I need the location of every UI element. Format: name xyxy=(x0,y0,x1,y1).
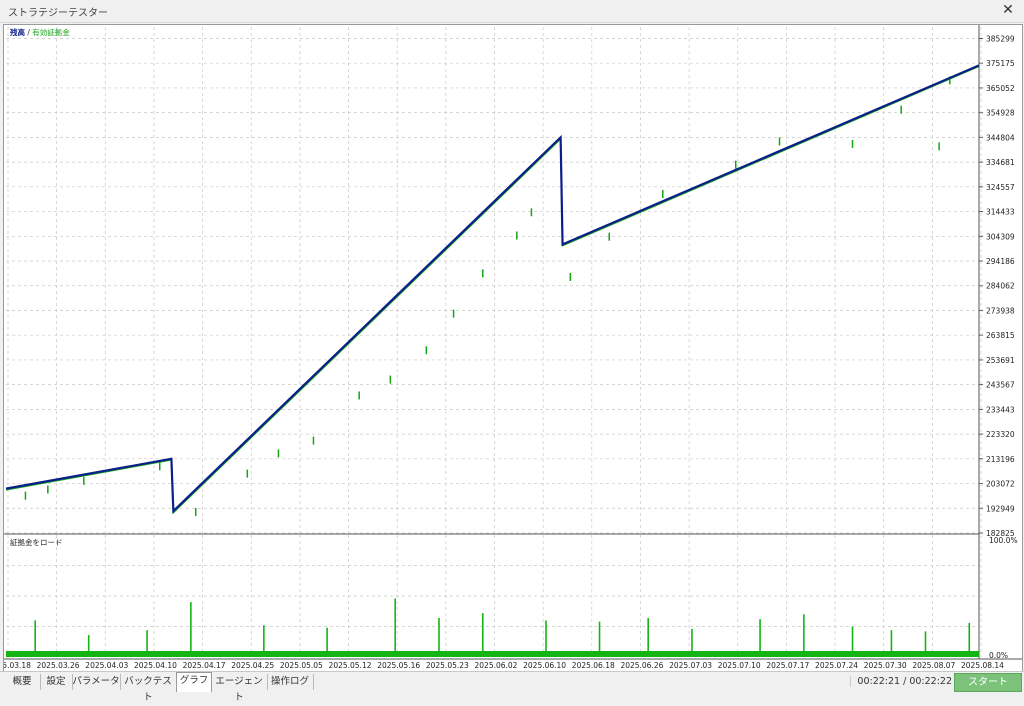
x-tick-label: 2025.04.17 xyxy=(183,661,226,670)
lower-panel-label: 証拠金をロード xyxy=(10,537,63,547)
x-tick-label: 2025.08.07 xyxy=(912,661,955,670)
tab-settings[interactable]: 設定 xyxy=(40,674,73,690)
x-tick-label: 2025.08.14 xyxy=(961,661,1004,670)
y-tick-label: 192949 xyxy=(986,504,1015,513)
balance-line xyxy=(5,64,980,514)
x-tick-label: 2025.04.10 xyxy=(134,661,177,670)
y-tick-label: 314433 xyxy=(986,208,1015,217)
load-baseline xyxy=(6,651,979,657)
x-tick-label: 2025.05.23 xyxy=(426,661,469,670)
tab-backtest[interactable]: バックテスト xyxy=(120,674,177,703)
y-tick-label: 243567 xyxy=(986,381,1015,390)
x-tick-label: 2025.07.30 xyxy=(864,661,907,670)
y-tick-label: 223320 xyxy=(986,430,1015,439)
y-tick-label: 344804 xyxy=(986,133,1015,142)
y-tick-label: 273938 xyxy=(986,306,1015,315)
x-tick-label: 2025.07.24 xyxy=(815,661,858,670)
close-icon[interactable]: ✕ xyxy=(1000,2,1016,18)
lower-bottom-label: 0.0% xyxy=(989,651,1008,660)
tab-parameters[interactable]: パラメータ xyxy=(72,674,121,690)
y-tick-label: 263815 xyxy=(986,331,1015,340)
y-tick-label: 385299 xyxy=(986,34,1015,43)
x-tick-label: 2025.07.17 xyxy=(766,661,809,670)
equity-line xyxy=(5,65,980,515)
elapsed-time: 00:22:21 / 00:22:22 xyxy=(850,676,952,687)
x-tick-label: 2025.05.12 xyxy=(329,661,372,670)
x-tick-label: 2025.07.10 xyxy=(718,661,761,670)
legend-equity: 有効証拠金 xyxy=(32,27,70,37)
y-tick-label: 284062 xyxy=(986,282,1015,291)
x-tick-label: 2025.04.25 xyxy=(231,661,274,670)
x-tick-label: 2025.06.10 xyxy=(523,661,566,670)
legend: 残高 / 有効証拠金 xyxy=(10,27,70,37)
title-bar: ストラテジーテスター ✕ xyxy=(0,0,1024,23)
x-tick-label: 2025.05.16 xyxy=(377,661,420,670)
y-tick-label: 324557 xyxy=(986,183,1015,192)
tab-bar: 概要 設定 パラメータ バックテスト グラフ エージェント 操作ログ 00:22… xyxy=(0,671,1024,703)
lower-top-label: 100.0% xyxy=(989,536,1018,545)
tab-agents[interactable]: エージェント xyxy=(211,674,268,703)
x-tick-label: 2025.03.18 xyxy=(4,661,31,670)
chart-svg: 385299 375175 365052 354928 344804 334681 3245… xyxy=(4,25,1022,670)
y-tick-label: 253691 xyxy=(986,356,1015,365)
y-tick-label: 375175 xyxy=(986,59,1015,68)
x-tick-label: 2025.05.05 xyxy=(280,661,323,670)
y-tick-label: 294186 xyxy=(986,257,1015,266)
tab-graph[interactable]: グラフ xyxy=(176,672,212,692)
y-tick-label: 213196 xyxy=(986,455,1015,464)
start-button[interactable]: スタート xyxy=(954,673,1022,692)
x-tick-label: 2025.03.26 xyxy=(37,661,80,670)
y-tick-label: 304309 xyxy=(986,232,1015,241)
x-tick-label: 2025.06.18 xyxy=(572,661,615,670)
y-tick-label: 365052 xyxy=(986,84,1015,93)
x-tick-label: 2025.04.03 xyxy=(85,661,128,670)
legend-separator: / xyxy=(25,28,32,37)
window-title: ストラテジーテスター xyxy=(8,8,108,19)
y-tick-label: 334681 xyxy=(986,158,1015,167)
x-tick-label: 2025.06.02 xyxy=(475,661,518,670)
tab-overview[interactable]: 概要 xyxy=(4,674,41,690)
y-tick-label: 233443 xyxy=(986,405,1015,414)
tab-journal[interactable]: 操作ログ xyxy=(267,674,314,690)
x-tick-label: 2025.06.26 xyxy=(620,661,663,670)
y-tick-label: 354928 xyxy=(986,109,1015,118)
x-tick-label: 2025.07.03 xyxy=(669,661,712,670)
y-tick-label: 203072 xyxy=(986,480,1015,489)
chart-area: 385299 375175 365052 354928 344804 334681 3245… xyxy=(3,24,1023,672)
legend-balance: 残高 xyxy=(10,27,25,37)
